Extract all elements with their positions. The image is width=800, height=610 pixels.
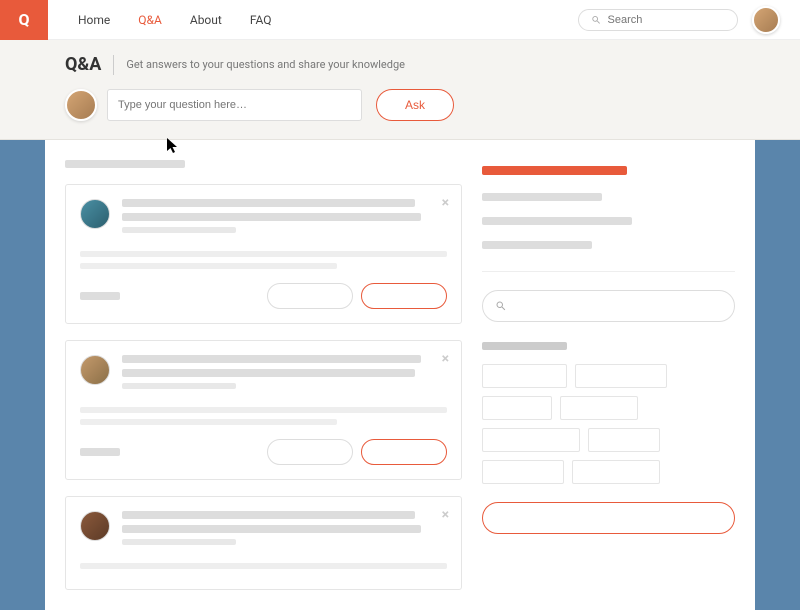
- tag-chip[interactable]: [482, 364, 567, 388]
- page-subtitle: Get answers to your questions and share …: [126, 58, 405, 71]
- global-search-input[interactable]: [608, 14, 725, 26]
- question-title-placeholder: [122, 369, 415, 377]
- page-title: Q&A: [65, 54, 101, 75]
- main-nav: Home Q&A About FAQ: [78, 13, 271, 27]
- author-avatar[interactable]: [80, 199, 110, 229]
- nav-qa[interactable]: Q&A: [138, 13, 162, 27]
- tag-chip[interactable]: [560, 396, 638, 420]
- close-icon[interactable]: ×: [442, 507, 449, 523]
- sidebar: [480, 160, 735, 610]
- card-stat-placeholder: [80, 292, 120, 300]
- question-body-placeholder: [80, 419, 337, 425]
- user-avatar[interactable]: [752, 6, 780, 34]
- tag-chip[interactable]: [572, 460, 660, 484]
- question-title-placeholder: [122, 355, 421, 363]
- tag-chip[interactable]: [482, 460, 564, 484]
- sidebar-search[interactable]: [482, 290, 735, 322]
- sidebar-heading: [482, 166, 627, 175]
- sidebar-line-placeholder: [482, 193, 602, 201]
- question-meta-placeholder: [122, 227, 236, 233]
- hero-title-row: Q&A Get answers to your questions and sh…: [65, 54, 735, 75]
- sidebar-subheading: [482, 342, 567, 350]
- question-title-placeholder: [122, 525, 421, 533]
- primary-action-button[interactable]: [361, 283, 447, 309]
- primary-action-button[interactable]: [361, 439, 447, 465]
- tag-chip[interactable]: [588, 428, 660, 452]
- sidebar-divider: [482, 271, 735, 272]
- search-icon: [591, 14, 602, 26]
- question-card: ×: [65, 340, 462, 480]
- current-user-avatar: [65, 89, 97, 121]
- feed-section-label: [65, 160, 185, 168]
- sidebar-line-placeholder: [482, 217, 632, 225]
- close-icon[interactable]: ×: [442, 351, 449, 367]
- question-card: ×: [65, 496, 462, 590]
- search-icon: [495, 300, 507, 312]
- tag-grid: [482, 364, 735, 484]
- question-input[interactable]: [107, 89, 362, 121]
- question-body-placeholder: [80, 407, 447, 413]
- ask-question-row: Ask: [65, 89, 735, 121]
- title-separator: [113, 55, 114, 75]
- nav-about[interactable]: About: [190, 13, 222, 27]
- secondary-action-button[interactable]: [267, 439, 353, 465]
- question-body-placeholder: [80, 563, 447, 569]
- question-body-placeholder: [80, 263, 337, 269]
- question-title-placeholder: [122, 199, 415, 207]
- tag-chip[interactable]: [575, 364, 667, 388]
- tag-chip[interactable]: [482, 396, 552, 420]
- question-body-placeholder: [80, 251, 447, 257]
- page-content: × ×: [45, 140, 755, 610]
- author-avatar[interactable]: [80, 511, 110, 541]
- question-meta-placeholder: [122, 383, 236, 389]
- main-column: × ×: [65, 160, 462, 610]
- tag-chip[interactable]: [482, 428, 580, 452]
- question-card: ×: [65, 184, 462, 324]
- close-icon[interactable]: ×: [442, 195, 449, 211]
- nav-home[interactable]: Home: [78, 13, 110, 27]
- logo[interactable]: Q: [0, 0, 48, 40]
- top-bar-right: [578, 6, 780, 34]
- question-title-placeholder: [122, 213, 421, 221]
- question-meta-placeholder: [122, 539, 236, 545]
- top-bar: Q Home Q&A About FAQ: [0, 0, 800, 40]
- secondary-action-button[interactable]: [267, 283, 353, 309]
- global-search[interactable]: [578, 9, 738, 31]
- nav-faq[interactable]: FAQ: [250, 13, 272, 27]
- question-title-placeholder: [122, 511, 415, 519]
- card-stat-placeholder: [80, 448, 120, 456]
- hero-section: Q&A Get answers to your questions and sh…: [0, 40, 800, 140]
- author-avatar[interactable]: [80, 355, 110, 385]
- sidebar-cta-button[interactable]: [482, 502, 735, 534]
- ask-button[interactable]: Ask: [376, 89, 454, 121]
- sidebar-line-placeholder: [482, 241, 592, 249]
